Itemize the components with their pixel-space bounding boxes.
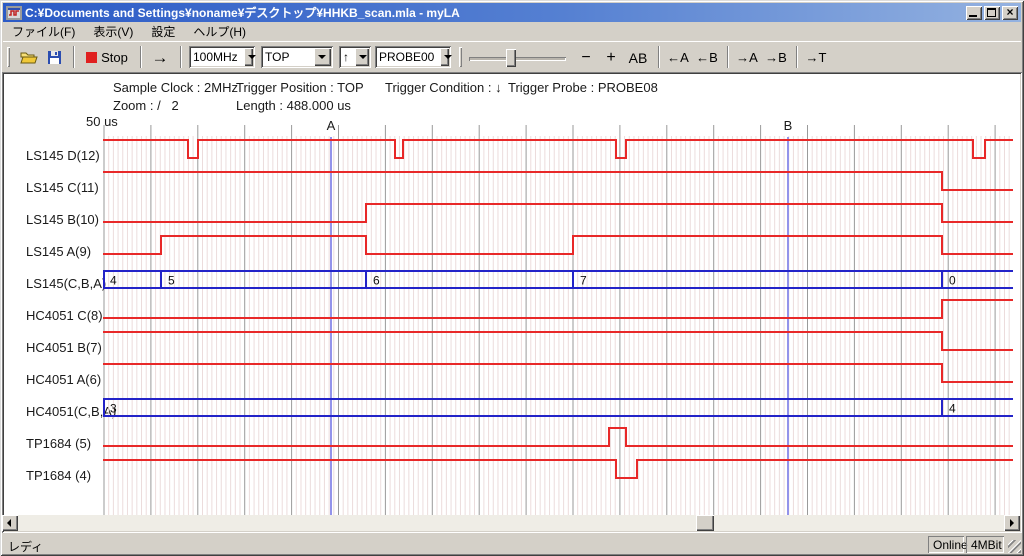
svg-text:4: 4 [110, 274, 117, 288]
status-memory-badge: 4MBit [966, 536, 1004, 553]
app-window: C:¥Documents and Settings¥noname¥デスクトップ¥… [0, 0, 1024, 556]
menu-settings[interactable]: 設定 [142, 21, 184, 42]
status-message: レディ [8, 538, 43, 555]
svg-text:5: 5 [168, 274, 175, 288]
horizontal-scrollbar[interactable] [2, 515, 1020, 531]
right-arrow-t-icon: →T [806, 50, 827, 65]
toolbar-grip[interactable] [459, 47, 462, 67]
titlebar[interactable]: C:¥Documents and Settings¥noname¥デスクトップ¥… [3, 3, 1021, 22]
trigger-probe-info: Trigger Probe : PROBE08 [508, 80, 658, 95]
window-title: C:¥Documents and Settings¥noname¥デスクトップ¥… [25, 4, 966, 21]
run-arrow-icon: → [152, 48, 169, 68]
menu-view[interactable]: 表示(V) [84, 21, 142, 42]
stop-button[interactable]: Stop [81, 45, 133, 70]
close-button[interactable]: × [1002, 6, 1018, 20]
stop-icon [86, 52, 97, 63]
close-icon: × [1002, 6, 1018, 20]
status-online-badge: Online [928, 536, 964, 553]
zoom-in-button[interactable]: + [599, 45, 623, 70]
right-arrow-b-icon: →B [765, 50, 787, 65]
toolbar-separator [180, 46, 182, 68]
scrollbar-thumb[interactable] [696, 515, 714, 531]
trigger-probe-value: PROBE00 [375, 50, 438, 64]
scroll-right-button[interactable] [1004, 515, 1020, 531]
toolbar-separator [727, 46, 729, 68]
window-controls: × [966, 6, 1018, 20]
svg-text:0: 0 [949, 274, 956, 288]
menu-help[interactable]: ヘルプ(H) [184, 21, 255, 42]
toolbar-grip[interactable] [7, 47, 10, 67]
waveform-canvas[interactable]: 4 5 6 7 0 3 4 [103, 125, 1013, 515]
left-arrow-b-icon: ←B [696, 50, 718, 65]
zoom-slider-track[interactable] [469, 57, 566, 61]
run-button[interactable]: → [146, 45, 174, 70]
sample-clock-value: 100MHz [189, 50, 242, 64]
zoom-out-button[interactable]: − [574, 45, 598, 70]
trigger-edge-value: ↑ [339, 50, 353, 64]
ab-range-button[interactable]: AB [624, 45, 652, 70]
trigger-position-info: Trigger Position : TOP [236, 80, 364, 95]
goto-trigger-button[interactable]: →T [802, 45, 830, 70]
open-folder-icon [20, 50, 38, 65]
sample-clock-combo[interactable]: 100MHz [189, 46, 255, 68]
move-marker-a-right-button[interactable]: →A [733, 45, 761, 70]
trigger-probe-combo[interactable]: PROBE00 [375, 46, 451, 68]
maximize-button[interactable] [984, 6, 1000, 20]
toolbar-separator [140, 46, 142, 68]
toolbar-separator [796, 46, 798, 68]
left-arrow-icon [7, 519, 11, 527]
svg-text:4: 4 [949, 402, 956, 416]
svg-text:6: 6 [373, 274, 380, 288]
scroll-left-button[interactable] [2, 515, 18, 531]
chevron-down-icon[interactable] [355, 48, 369, 66]
minimize-icon [969, 15, 977, 17]
statusbar: レディ Online 4MBit [2, 535, 1022, 554]
move-marker-a-left-button[interactable]: ←A [664, 45, 692, 70]
right-arrow-icon [1010, 519, 1014, 527]
chevron-down-icon[interactable] [440, 48, 449, 66]
right-arrow-a-icon: →A [736, 50, 758, 65]
plus-icon: + [606, 49, 615, 67]
toolbar-separator [73, 46, 75, 68]
svg-text:7: 7 [580, 274, 587, 288]
menubar: ファイル(F) 表示(V) 設定 ヘルプ(H) [3, 22, 1021, 41]
zoom-info: Zoom : / 2 [113, 98, 179, 113]
sample-clock-info: Sample Clock : 2MHz [113, 80, 238, 95]
move-marker-b-left-button[interactable]: ←B [693, 45, 721, 70]
trigger-condition-info: Trigger Condition : ↓ [385, 80, 502, 95]
trigger-position-combo[interactable]: TOP [261, 46, 333, 68]
maximize-icon [987, 8, 996, 17]
move-marker-b-right-button[interactable]: →B [762, 45, 790, 70]
trigger-position-value: TOP [261, 50, 312, 64]
save-button[interactable] [42, 45, 67, 70]
open-file-button[interactable] [16, 45, 41, 70]
resize-grip[interactable] [1008, 540, 1021, 553]
floppy-icon [47, 50, 62, 65]
trigger-edge-combo[interactable]: ↑ [339, 46, 371, 68]
chevron-down-icon[interactable] [314, 48, 331, 66]
left-arrow-a-icon: ←A [667, 50, 689, 65]
menu-file[interactable]: ファイル(F) [3, 21, 84, 42]
toolbar-separator [658, 46, 660, 68]
length-info: Length : 488.000 us [236, 98, 351, 113]
stop-label: Stop [101, 50, 128, 65]
toolbar: Stop → 100MHz TOP ↑ PROBE00 − + AB ←A ←B [3, 41, 1021, 72]
minimize-button[interactable] [966, 6, 982, 20]
ab-label: AB [629, 50, 648, 66]
chevron-down-icon[interactable] [244, 48, 253, 66]
svg-text:3: 3 [110, 402, 117, 416]
waveform-view: Sample Clock : 2MHz Trigger Position : T… [2, 72, 1022, 533]
minus-icon: − [581, 49, 590, 67]
app-icon [6, 5, 22, 21]
zoom-slider-handle[interactable] [506, 49, 516, 67]
